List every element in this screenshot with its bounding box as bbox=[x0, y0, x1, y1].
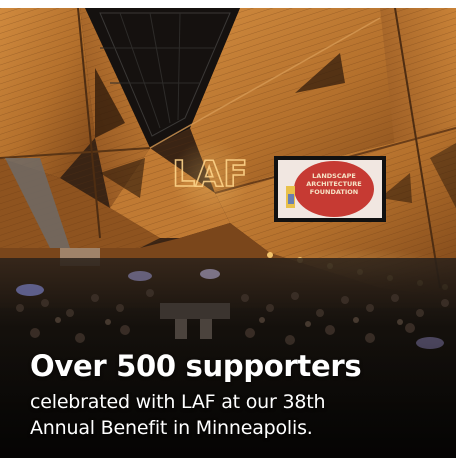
photo-caption: Over 500 supporters celebrated with LAF … bbox=[30, 349, 444, 441]
event-photo-card: LAF LANDSCAPE ARCHITECTURE FOUNDATION Ov… bbox=[0, 8, 456, 458]
screen-line-3: FOUNDATION bbox=[310, 188, 358, 196]
laf-logo-projection: LAF bbox=[170, 138, 250, 218]
caption-line-1: celebrated with LAF at our 38th bbox=[30, 391, 326, 413]
projection-screen: LANDSCAPE ARCHITECTURE FOUNDATION bbox=[274, 156, 386, 222]
screen-line-2: ARCHITECTURE bbox=[306, 180, 361, 188]
caption-line-2: Annual Benefit in Minneapolis. bbox=[30, 417, 313, 439]
screen-line-1: LANDSCAPE bbox=[312, 172, 356, 180]
caption-headline: Over 500 supporters bbox=[30, 349, 362, 383]
wall-letters: LAF bbox=[172, 154, 247, 195]
